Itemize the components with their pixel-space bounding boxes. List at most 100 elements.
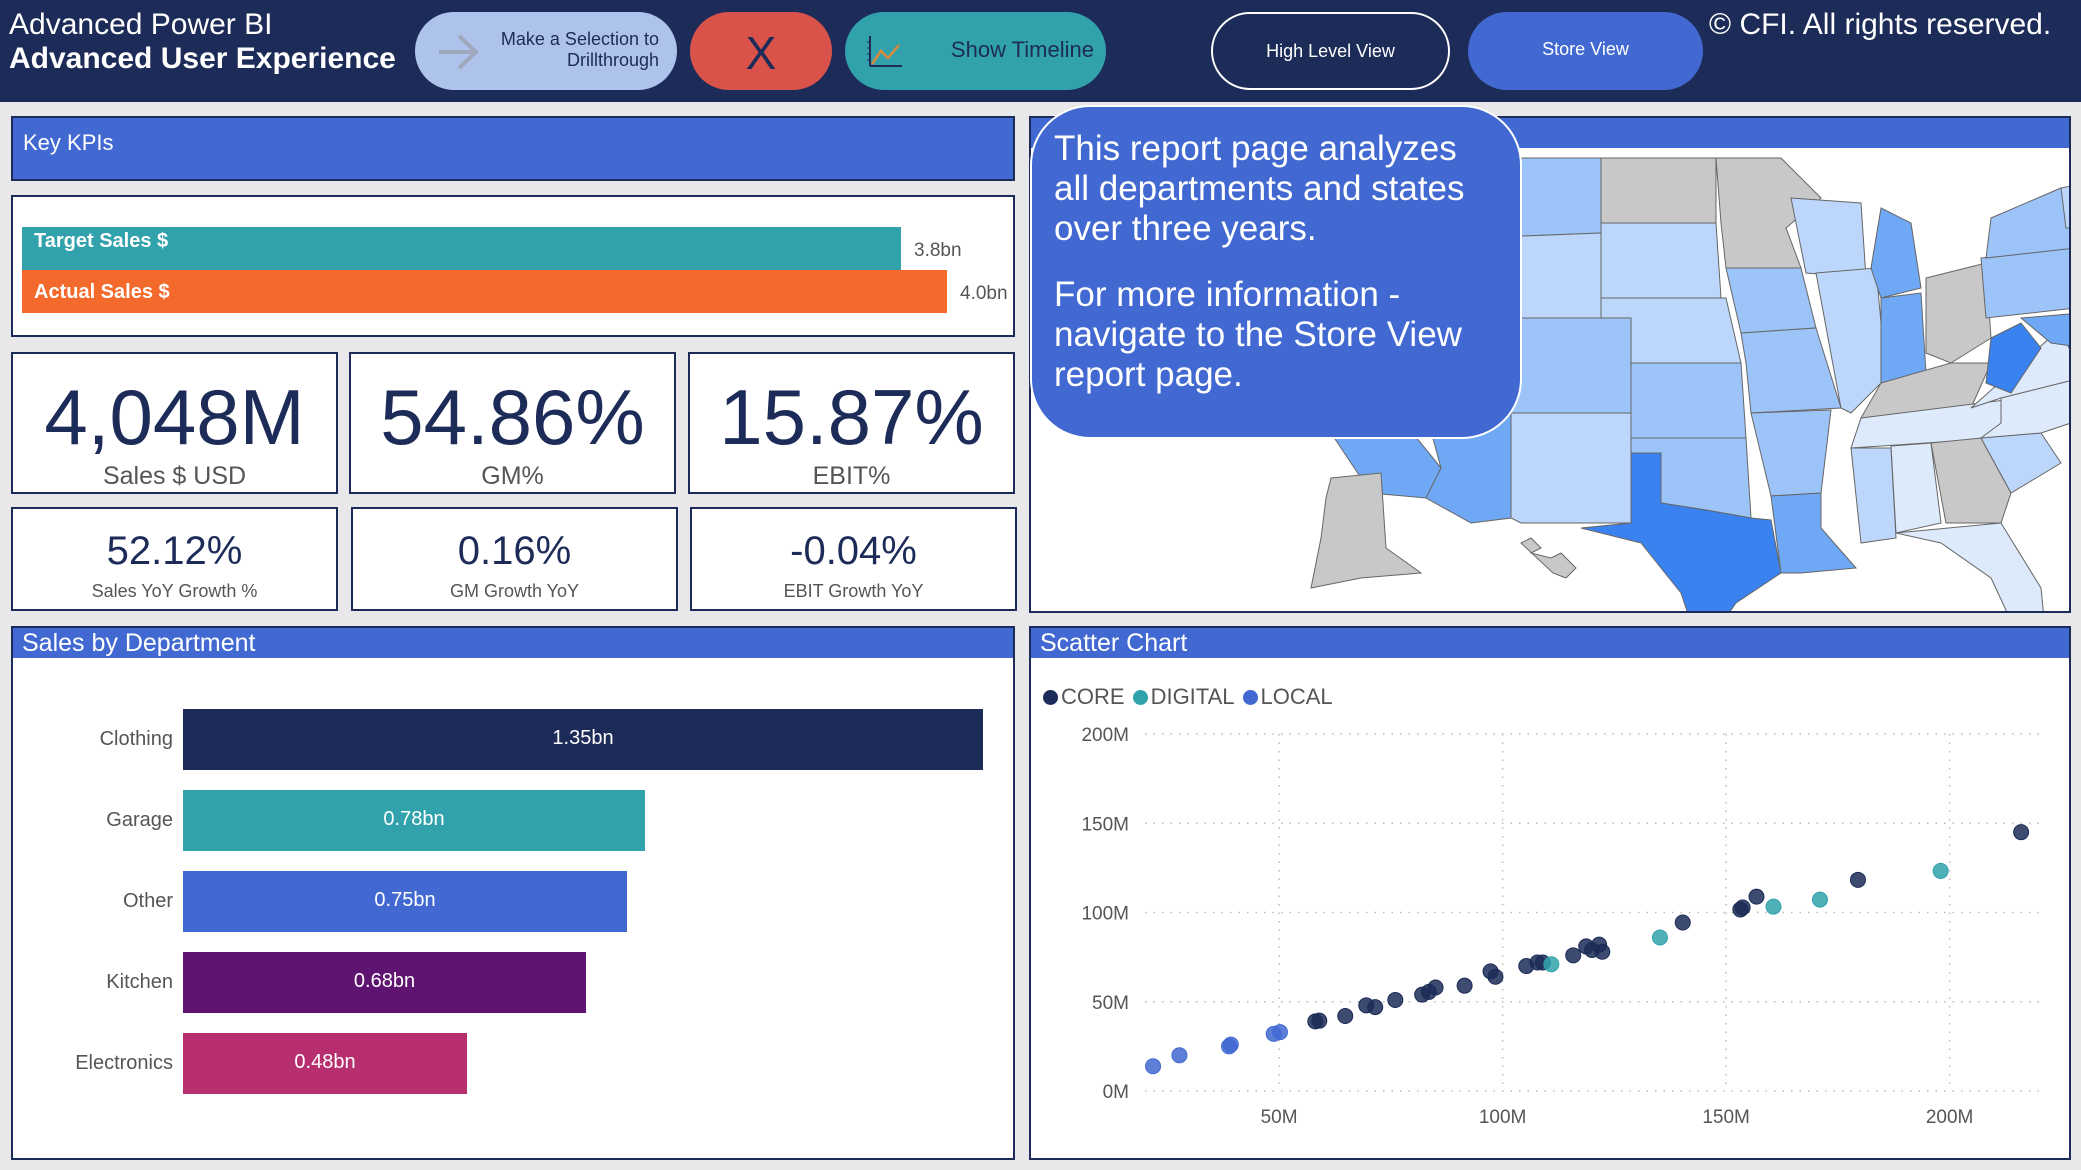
- clear-selection-button[interactable]: X: [690, 12, 832, 90]
- scatter-chart: Scatter Chart CORE DIGITAL LOCAL 0M 50M 100M…: [1029, 626, 2071, 1160]
- kpi-value: 15.87%: [719, 373, 984, 461]
- department-label: Electronics: [75, 1052, 173, 1074]
- scatter-point-digital[interactable]: [1543, 956, 1560, 973]
- show-timeline-label: Show Timeline: [950, 37, 1094, 62]
- drillthrough-button-label: Make a Selection to Drillthrough: [500, 29, 659, 70]
- state-louisiana[interactable]: [1770, 492, 1858, 574]
- kpi-value: 4,048M: [44, 373, 305, 461]
- kpi-label: EBIT Growth YoY: [783, 581, 924, 601]
- show-timeline-button[interactable]: Show Timeline: [845, 12, 1106, 90]
- department-bar[interactable]: 0.75bn: [183, 871, 627, 932]
- y-tick-label: 200M: [1081, 725, 1129, 746]
- scatter-point-core[interactable]: [1427, 979, 1444, 996]
- department-bar[interactable]: 0.78bn: [183, 790, 645, 851]
- target-sales-label: Target Sales $: [34, 230, 169, 252]
- state-missouri[interactable]: [1740, 327, 1842, 414]
- y-tick-label: 150M: [1081, 814, 1129, 835]
- y-tick-label: 0M: [1103, 1082, 1129, 1103]
- scatter-point-core[interactable]: [1849, 871, 1866, 888]
- copyright-text: © CFI. All rights reserved.: [1709, 8, 2052, 41]
- department-bar[interactable]: 0.48bn: [183, 1033, 467, 1094]
- scatter-point-core[interactable]: [1674, 914, 1691, 931]
- state-hawaii[interactable]: [1520, 537, 1577, 579]
- scatter-point-core[interactable]: [1565, 947, 1582, 964]
- scatter-point-core[interactable]: [1594, 943, 1611, 960]
- kpi-label: Sales YoY Growth %: [91, 581, 258, 601]
- kpi-value: -0.04%: [790, 529, 917, 573]
- state-new-mexico[interactable]: [1510, 412, 1632, 524]
- state-new-york[interactable]: [1985, 187, 2069, 259]
- state-ohio[interactable]: [1925, 262, 1992, 364]
- report-header: Advanced Power BI Advanced User Experien…: [0, 0, 2081, 102]
- scatter-chart-title: Scatter Chart: [1031, 628, 2069, 658]
- line-chart-icon: [867, 36, 902, 67]
- scatter-point-digital[interactable]: [1765, 898, 1782, 915]
- kpi-label: GM%: [481, 462, 544, 490]
- scatter-point-digital[interactable]: [1811, 891, 1828, 908]
- state-kansas[interactable]: [1630, 362, 1747, 439]
- state-south-dakota[interactable]: [1600, 222, 1722, 299]
- drillthrough-button[interactable]: Make a Selection to Drillthrough: [415, 12, 677, 90]
- store-view-label: Store View: [1542, 39, 1629, 59]
- target-sales-value: 3.8bn: [914, 240, 962, 261]
- scatter-point-core[interactable]: [1337, 1008, 1354, 1025]
- callout-text-2: For more information - navigate to the S…: [1054, 275, 1462, 394]
- scatter-point-core[interactable]: [2013, 824, 2030, 841]
- kpi-card-ebit-growth: -0.04% EBIT Growth YoY: [690, 507, 1017, 611]
- scatter-point-local[interactable]: [1171, 1047, 1188, 1064]
- department-bar-value: 0.75bn: [374, 889, 436, 911]
- report-title-line2: Advanced User Experience: [9, 42, 396, 75]
- info-callout: This report page analyzes all department…: [1030, 105, 1522, 439]
- state-mississippi[interactable]: [1850, 447, 1897, 544]
- state-wisconsin[interactable]: [1790, 197, 1867, 279]
- y-tick-label: 50M: [1092, 993, 1129, 1014]
- state-north-dakota[interactable]: [1600, 157, 1717, 224]
- target-sales-bar[interactable]: Target Sales $: [22, 227, 901, 270]
- report-title-line1: Advanced Power BI: [9, 8, 273, 41]
- kpi-value: 52.12%: [106, 529, 243, 573]
- department-label: Garage: [106, 809, 173, 831]
- scatter-point-digital[interactable]: [1932, 862, 1949, 879]
- scatter-point-core[interactable]: [1387, 991, 1404, 1008]
- x-tick-label: 50M: [1261, 1107, 1298, 1128]
- department-bar[interactable]: 0.68bn: [183, 952, 586, 1013]
- state-indiana[interactable]: [1880, 292, 1927, 384]
- department-bar-value: 0.78bn: [383, 808, 445, 830]
- y-tick-label: 100M: [1081, 904, 1129, 925]
- state-florida[interactable]: [1895, 522, 2046, 611]
- actual-sales-bar[interactable]: Actual Sales $: [22, 270, 947, 313]
- kpi-card-sales: 4,048M Sales $ USD: [11, 352, 338, 494]
- state-iowa[interactable]: [1725, 267, 1817, 334]
- state-colorado[interactable]: [1510, 317, 1632, 414]
- scatter-point-core[interactable]: [1367, 999, 1384, 1016]
- actual-sales-value: 4.0bn: [960, 283, 1008, 304]
- high-level-view-button[interactable]: High Level View: [1211, 12, 1450, 90]
- scatter-point-core[interactable]: [1748, 888, 1765, 905]
- scatter-point-local[interactable]: [1271, 1024, 1288, 1041]
- report-title: Advanced Power BI Advanced User Experien…: [9, 8, 396, 76]
- arrow-right-icon: [439, 34, 479, 70]
- state-arkansas[interactable]: [1750, 409, 1832, 497]
- department-bar[interactable]: 1.35bn: [183, 709, 983, 770]
- kpi-card-sales-growth: 52.12% Sales YoY Growth %: [11, 507, 338, 611]
- kpi-label: GM Growth YoY: [449, 581, 580, 601]
- scatter-point-digital[interactable]: [1651, 929, 1668, 946]
- target-vs-actual-chart: Target Sales $ 3.8bn Actual Sales $ 4.0b…: [11, 195, 1015, 337]
- scatter-point-local[interactable]: [1222, 1036, 1239, 1053]
- key-kpis-header: Key KPIs: [11, 116, 1015, 181]
- department-bar-value: 0.68bn: [353, 970, 416, 992]
- scatter-point-core[interactable]: [1487, 968, 1504, 985]
- scatter-point-local[interactable]: [1145, 1058, 1162, 1075]
- actual-sales-label: Actual Sales $: [34, 281, 170, 303]
- scatter-point-core[interactable]: [1311, 1012, 1328, 1029]
- store-view-button[interactable]: Store View: [1468, 12, 1703, 90]
- department-bar-value: 0.48bn: [294, 1051, 356, 1073]
- scatter-point-core[interactable]: [1734, 899, 1751, 916]
- department-label: Clothing: [99, 728, 173, 750]
- state-michigan[interactable]: [1870, 207, 1922, 299]
- kpi-label: Sales $ USD: [102, 462, 247, 490]
- kpi-label: EBIT%: [812, 462, 891, 490]
- state-pennsylvania[interactable]: [1980, 247, 2069, 319]
- department-label: Other: [122, 890, 173, 912]
- scatter-point-core[interactable]: [1456, 977, 1473, 994]
